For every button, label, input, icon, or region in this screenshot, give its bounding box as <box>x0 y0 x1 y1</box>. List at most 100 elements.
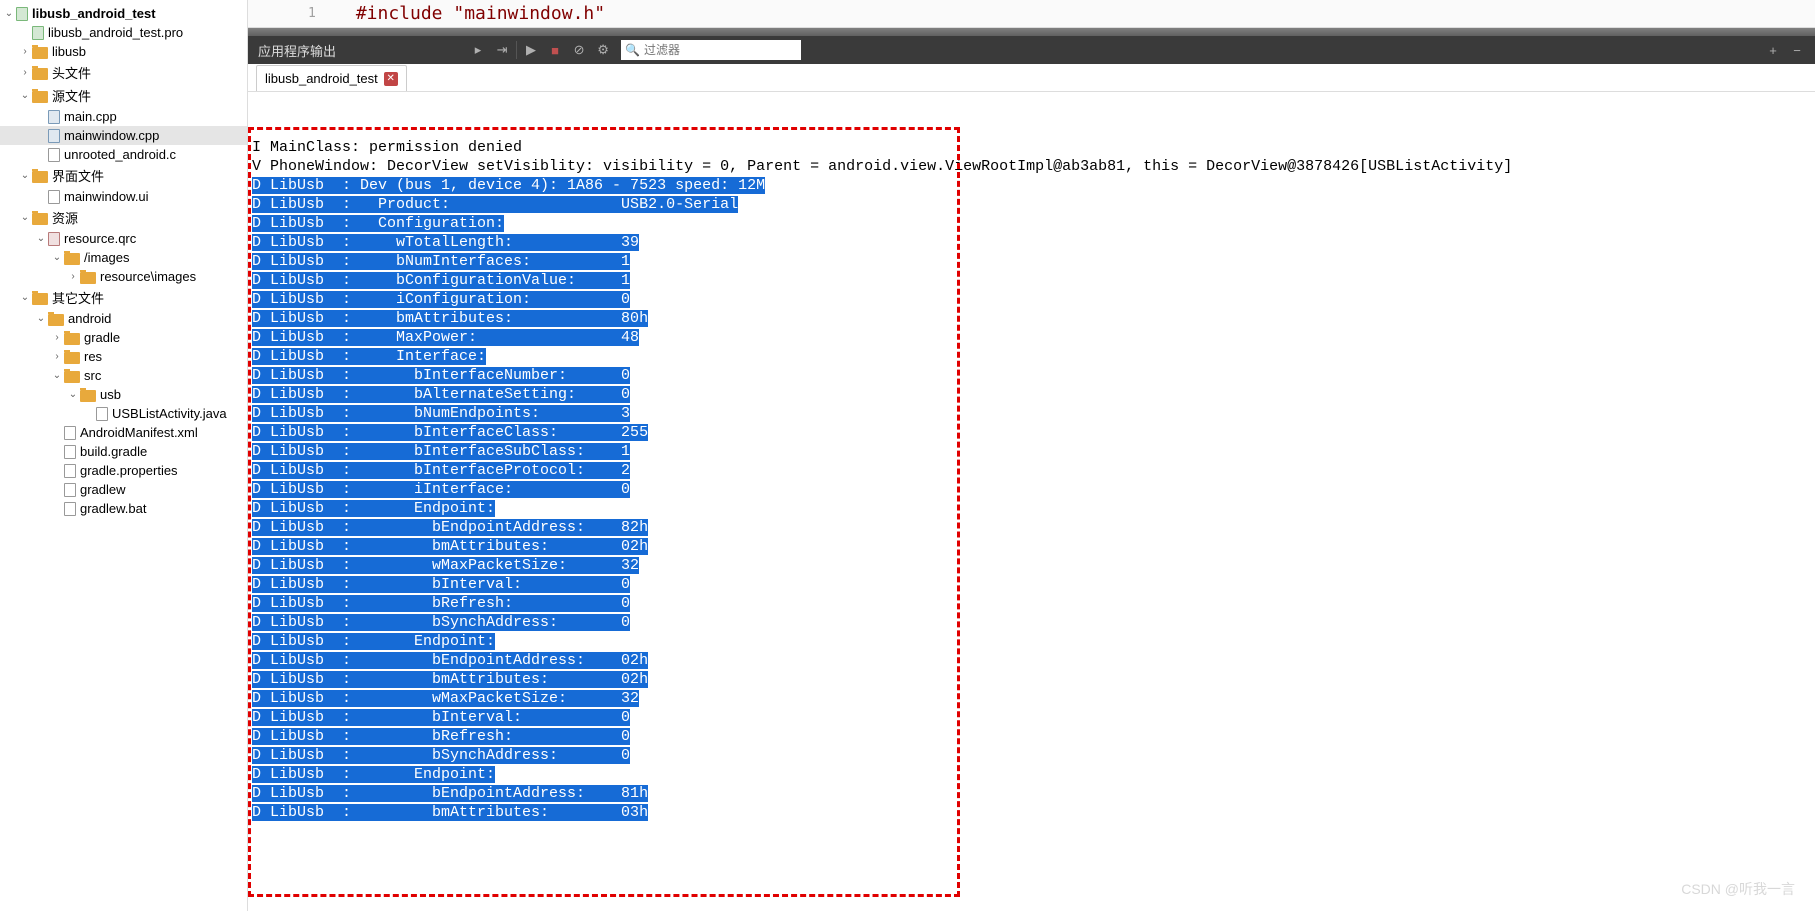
console-line[interactable]: D LibUsb : wTotalLength: 39 <box>252 233 1811 252</box>
console-line[interactable]: D LibUsb : bmAttributes: 02h <box>252 537 1811 556</box>
tree-item[interactable]: build.gradle <box>0 442 247 461</box>
tree-item[interactable]: ⌄ src <box>0 366 247 385</box>
console-line[interactable]: V PhoneWindow: DecorView setVisiblity: v… <box>252 157 1811 176</box>
clear-icon[interactable]: ⊘ <box>568 39 590 61</box>
console-line[interactable]: D LibUsb : bNumInterfaces: 1 <box>252 252 1811 271</box>
tree-item[interactable]: › resource\images <box>0 267 247 286</box>
tree-item[interactable]: gradle.properties <box>0 461 247 480</box>
tree-item[interactable]: ›libusb <box>0 42 247 61</box>
filter-input[interactable] <box>644 43 799 57</box>
tree-label: USBListActivity.java <box>112 406 243 421</box>
console-line[interactable]: D LibUsb : wMaxPacketSize: 32 <box>252 689 1811 708</box>
console-line[interactable]: D LibUsb : Endpoint: <box>252 499 1811 518</box>
pro-icon <box>32 26 44 40</box>
remove-icon[interactable]: − <box>1786 39 1808 61</box>
console-line[interactable]: D LibUsb : bConfigurationValue: 1 <box>252 271 1811 290</box>
tree-item[interactable]: gradlew.bat <box>0 499 247 518</box>
play-icon[interactable]: ▶ <box>520 39 542 61</box>
tree-label: src <box>84 368 243 383</box>
console-line[interactable]: D LibUsb : iInterface: 0 <box>252 480 1811 499</box>
tree-item[interactable]: ⌄其它文件 <box>0 286 247 309</box>
chevron-icon[interactable]: ⌄ <box>18 90 32 101</box>
console-line[interactable]: D LibUsb : bEndpointAddress: 82h <box>252 518 1811 537</box>
console-line[interactable]: D LibUsb : bNumEndpoints: 3 <box>252 404 1811 423</box>
tab-label: libusb_android_test <box>265 71 378 86</box>
chevron-icon[interactable]: › <box>18 67 32 78</box>
chevron-icon[interactable]: ⌄ <box>34 233 48 244</box>
folder-icon <box>80 390 96 402</box>
settings-icon[interactable]: ⚙ <box>592 39 614 61</box>
console-line[interactable]: D LibUsb : bmAttributes: 02h <box>252 670 1811 689</box>
project-tree[interactable]: ⌄libusb_android_testlibusb_android_test.… <box>0 0 248 911</box>
tree-item[interactable]: ⌄源文件 <box>0 84 247 107</box>
chevron-icon[interactable]: › <box>18 46 32 57</box>
console-line[interactable]: D LibUsb : bRefresh: 0 <box>252 727 1811 746</box>
tree-item[interactable]: ›res <box>0 347 247 366</box>
chevron-icon[interactable]: ⌄ <box>34 313 48 324</box>
console-line[interactable]: D LibUsb : bAlternateSetting: 0 <box>252 385 1811 404</box>
chevron-icon[interactable]: › <box>50 351 64 362</box>
add-icon[interactable]: + <box>1762 39 1784 61</box>
output-tab[interactable]: libusb_android_test ✕ <box>256 65 407 91</box>
console-line[interactable]: D LibUsb : Endpoint: <box>252 765 1811 784</box>
chevron-icon[interactable]: ⌄ <box>18 170 32 181</box>
tree-label: android <box>68 311 243 326</box>
stop-icon[interactable]: ■ <box>544 39 566 61</box>
console-line[interactable]: D LibUsb : bSynchAddress: 0 <box>252 613 1811 632</box>
tree-item[interactable]: main.cpp <box>0 107 247 126</box>
console-line[interactable]: D LibUsb : wMaxPacketSize: 32 <box>252 556 1811 575</box>
console-line[interactable]: D LibUsb : Endpoint: <box>252 632 1811 651</box>
tree-item[interactable]: gradlew <box>0 480 247 499</box>
console-line[interactable]: D LibUsb : bInterfaceSubClass: 1 <box>252 442 1811 461</box>
tree-item[interactable]: ›gradle <box>0 328 247 347</box>
console-line[interactable]: D LibUsb : bEndpointAddress: 81h <box>252 784 1811 803</box>
chevron-icon[interactable]: ⌄ <box>50 370 64 381</box>
tree-label: resource\images <box>100 269 243 284</box>
tree-item[interactable]: USBListActivity.java <box>0 404 247 423</box>
console-line[interactable]: D LibUsb : Product: USB2.0-Serial <box>252 195 1811 214</box>
console-line[interactable]: D LibUsb : MaxPower: 48 <box>252 328 1811 347</box>
chevron-icon[interactable]: ⌄ <box>18 292 32 303</box>
tree-item[interactable]: ⌄界面文件 <box>0 164 247 187</box>
filter-box[interactable]: 🔍 <box>621 40 801 60</box>
tree-item[interactable]: unrooted_android.c <box>0 145 247 164</box>
console-line[interactable]: D LibUsb : bRefresh: 0 <box>252 594 1811 613</box>
tree-item[interactable]: ⌄资源 <box>0 206 247 229</box>
console-line[interactable]: I MainClass: permission denied <box>252 138 1811 157</box>
tree-item[interactable]: ›头文件 <box>0 61 247 84</box>
chevron-icon[interactable]: ⌄ <box>50 252 64 263</box>
folder-icon <box>48 314 64 326</box>
step-icon[interactable]: ⇥ <box>491 39 513 61</box>
console-line[interactable]: D LibUsb : bSynchAddress: 0 <box>252 746 1811 765</box>
console-line[interactable]: D LibUsb : iConfiguration: 0 <box>252 290 1811 309</box>
console-output[interactable]: I MainClass: permission deniedV PhoneWin… <box>248 92 1815 911</box>
tree-item[interactable]: ⌄/images <box>0 248 247 267</box>
chevron-icon[interactable]: ⌄ <box>2 8 16 19</box>
tree-item[interactable]: ⌄usb <box>0 385 247 404</box>
tree-item[interactable]: ⌄ android <box>0 309 247 328</box>
tree-item[interactable]: mainwindow.cpp <box>0 126 247 145</box>
tree-item[interactable]: ⌄libusb_android_test <box>0 4 247 23</box>
console-line[interactable]: D LibUsb : Configuration: <box>252 214 1811 233</box>
tree-item[interactable]: ⌄resource.qrc <box>0 229 247 248</box>
console-line[interactable]: D LibUsb : bmAttributes: 80h <box>252 309 1811 328</box>
chevron-icon[interactable]: › <box>66 271 80 282</box>
console-line[interactable]: D LibUsb : Dev (bus 1, device 4): 1A86 -… <box>252 176 1811 195</box>
console-line[interactable]: D LibUsb : bInterfaceProtocol: 2 <box>252 461 1811 480</box>
console-line[interactable]: D LibUsb : bInterfaceNumber: 0 <box>252 366 1811 385</box>
chevron-icon[interactable]: ⌄ <box>18 212 32 223</box>
chevron-icon[interactable]: ⌄ <box>66 389 80 400</box>
console-line[interactable]: D LibUsb : bmAttributes: 03h <box>252 803 1811 822</box>
tree-item[interactable]: AndroidManifest.xml <box>0 423 247 442</box>
run-arrow-icon[interactable]: ▸ <box>467 39 489 61</box>
scrollbar[interactable] <box>248 28 1815 36</box>
chevron-icon[interactable]: › <box>50 332 64 343</box>
console-line[interactable]: D LibUsb : bEndpointAddress: 02h <box>252 651 1811 670</box>
console-line[interactable]: D LibUsb : bInterfaceClass: 255 <box>252 423 1811 442</box>
console-line[interactable]: D LibUsb : bInterval: 0 <box>252 575 1811 594</box>
console-line[interactable]: D LibUsb : Interface: <box>252 347 1811 366</box>
tree-item[interactable]: mainwindow.ui <box>0 187 247 206</box>
console-line[interactable]: D LibUsb : bInterval: 0 <box>252 708 1811 727</box>
close-icon[interactable]: ✕ <box>384 72 398 86</box>
tree-item[interactable]: libusb_android_test.pro <box>0 23 247 42</box>
